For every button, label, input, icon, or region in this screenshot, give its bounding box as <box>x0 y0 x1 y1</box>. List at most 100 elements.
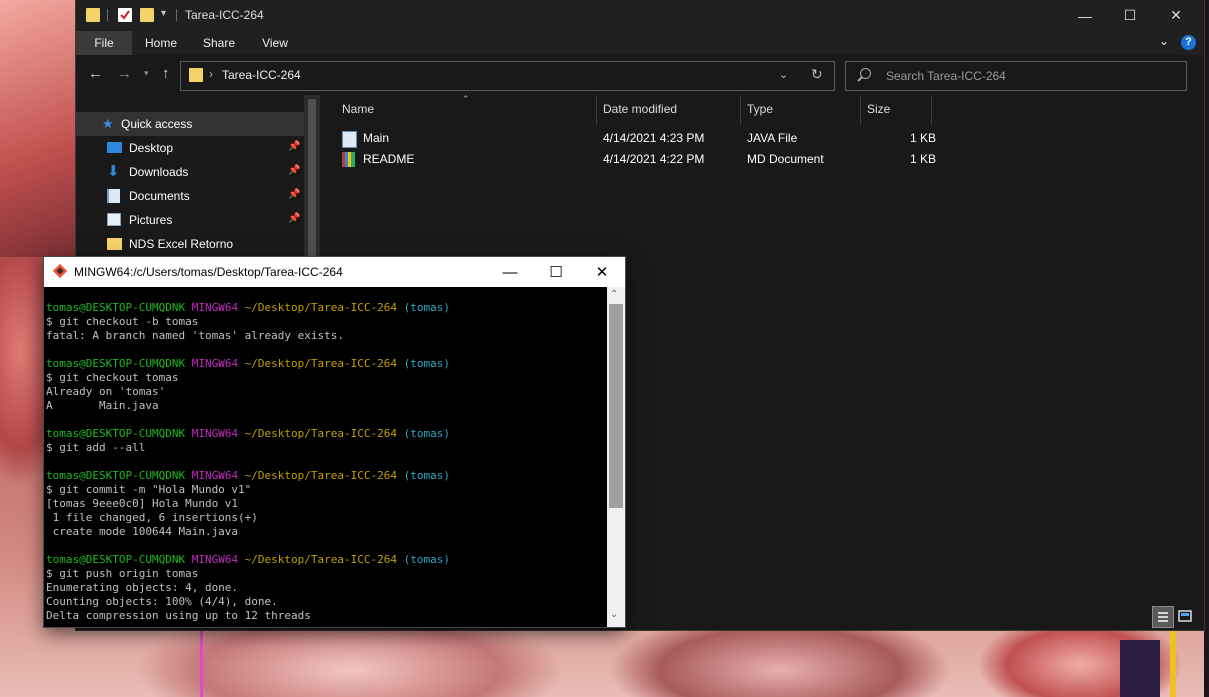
sidebar-item-desktop[interactable]: Desktop 📌 <box>76 136 304 160</box>
column-header-type[interactable]: Type <box>741 95 859 125</box>
pin-icon[interactable]: 📌 <box>288 141 300 152</box>
details-view-icon[interactable] <box>1152 606 1174 628</box>
sidebar-item-label: Desktop <box>129 141 174 155</box>
explorer-title-bar[interactable]: ▾ Tarea-ICC-264 — ☐ ✕ <box>76 0 1204 31</box>
maximize-button[interactable]: ☐ <box>1107 0 1153 31</box>
prompt-line: tomas@DESKTOP-CUMQDNK MINGW64 ~/Desktop/… <box>46 469 606 483</box>
search-input[interactable]: Search Tarea-ICC-264 <box>886 69 1006 83</box>
toolbar-divider <box>107 9 108 21</box>
address-segment[interactable]: Tarea-ICC-264 <box>222 68 301 82</box>
file-type: JAVA File <box>747 131 798 145</box>
file-row[interactable]: README 4/14/2021 4:22 PM MD Document 1 K… <box>338 149 938 170</box>
output-line: 1 file changed, 6 insertions(+) <box>46 511 258 524</box>
scrollbar-thumb[interactable] <box>609 304 623 508</box>
search-box[interactable]: Search Tarea-ICC-264 <box>845 61 1187 91</box>
prompt-branch: (tomas) <box>403 469 450 482</box>
refresh-icon[interactable]: ↻ <box>811 66 823 83</box>
prompt-branch: (tomas) <box>403 301 450 314</box>
column-header-size[interactable]: Size <box>861 95 931 125</box>
command-line: $ git add --all <box>46 441 146 454</box>
output-line: Already on 'tomas' <box>46 385 166 398</box>
prompt-path: ~/Desktop/Tarea-ICC-264 <box>244 553 398 566</box>
new-folder-icon[interactable] <box>140 8 154 22</box>
address-dropdown-icon[interactable]: ⌄ <box>779 68 788 81</box>
up-arrow-icon[interactable]: ↑ <box>162 65 170 82</box>
customize-toolbar-icon[interactable]: ▾ <box>161 8 166 19</box>
tab-file[interactable]: File <box>76 31 132 55</box>
prompt-shell: MINGW64 <box>191 469 239 482</box>
output-line: Counting objects: 100% (4/4), done. <box>46 595 278 608</box>
scroll-down-icon[interactable]: ⌄ <box>610 609 618 620</box>
column-header-name[interactable]: Name <box>336 95 594 125</box>
command-line: $ git push origin tomas <box>46 567 199 580</box>
sidebar-item-quick-access[interactable]: ★ Quick access <box>76 112 304 136</box>
prompt-line: tomas@DESKTOP-CUMQDNK MINGW64 ~/Desktop/… <box>46 301 606 315</box>
prompt-user: tomas@DESKTOP-CUMQDNK <box>46 427 186 440</box>
ribbon-tabs: File Home Share View ⌄ ? <box>76 31 1204 55</box>
address-bar[interactable]: › Tarea-ICC-264 ⌄ ↻ <box>180 61 835 91</box>
chevron-down-icon[interactable]: ⌄ <box>1159 34 1169 48</box>
prompt-branch: (tomas) <box>403 553 450 566</box>
maximize-button[interactable]: ☐ <box>533 257 579 287</box>
scroll-up-icon[interactable]: ⌃ <box>610 289 618 300</box>
tab-view[interactable]: View <box>250 31 300 55</box>
sidebar-item-label: Quick access <box>121 117 193 131</box>
pin-icon[interactable]: 📌 <box>288 213 300 224</box>
sidebar-item-pictures[interactable]: Pictures 📌 <box>76 208 304 232</box>
output-line: Delta compression using up to 12 threads <box>46 609 311 622</box>
output-line: create mode 100644 Main.java <box>46 525 239 538</box>
terminal-output[interactable]: tomas@DESKTOP-CUMQDNK MINGW64 ~/Desktop/… <box>46 301 606 626</box>
column-divider[interactable] <box>931 95 932 125</box>
nav-pane-scrollbar[interactable] <box>304 95 320 265</box>
back-arrow-icon[interactable]: ← <box>88 65 103 82</box>
file-row[interactable]: Main 4/14/2021 4:23 PM JAVA File 1 KB <box>338 128 938 149</box>
sidebar-item-nds-excel-retorno[interactable]: NDS Excel Retorno <box>76 232 304 256</box>
close-button[interactable]: ✕ <box>1153 0 1199 31</box>
prompt-line: tomas@DESKTOP-CUMQDNK MINGW64 ~/Desktop/… <box>46 553 606 567</box>
star-icon: ★ <box>102 116 114 131</box>
file-size: 1 KB <box>910 152 937 166</box>
large-icons-view-icon[interactable] <box>1175 606 1195 626</box>
terminal-title-bar[interactable]: MINGW64:/c/Users/tomas/Desktop/Tarea-ICC… <box>44 257 625 287</box>
forward-arrow-icon[interactable]: → <box>117 65 132 82</box>
pin-icon[interactable]: 📌 <box>288 165 300 176</box>
tab-home[interactable]: Home <box>136 31 186 55</box>
recent-locations-icon[interactable]: ▾ <box>144 68 149 79</box>
git-bash-icon <box>53 264 67 278</box>
minimize-button[interactable]: — <box>1062 0 1108 31</box>
window-title: Tarea-ICC-264 <box>185 8 264 22</box>
folder-icon <box>107 238 122 250</box>
terminal-scrollbar[interactable]: ⌃ ⌄ <box>607 287 625 627</box>
chevron-right-icon[interactable]: › <box>209 67 213 81</box>
properties-icon[interactable] <box>118 8 132 22</box>
output-line: A Main.java <box>46 399 159 412</box>
prompt-shell: MINGW64 <box>191 301 239 314</box>
search-icon <box>860 68 871 79</box>
sidebar-item-documents[interactable]: Documents 📌 <box>76 184 304 208</box>
file-size: 1 KB <box>910 131 937 145</box>
prompt-branch: (tomas) <box>403 357 450 370</box>
command-line: $ git checkout tomas <box>46 371 179 384</box>
tab-share[interactable]: Share <box>194 31 244 55</box>
wallpaper-streak <box>200 630 203 697</box>
pin-icon[interactable]: 📌 <box>288 189 300 200</box>
prompt-path: ~/Desktop/Tarea-ICC-264 <box>244 357 398 370</box>
close-button[interactable]: ✕ <box>579 257 625 287</box>
column-header-date-modified[interactable]: Date modified <box>597 95 739 125</box>
sidebar-item-label: Documents <box>129 189 190 203</box>
wallpaper-streak <box>1170 630 1176 697</box>
sidebar-item-downloads[interactable]: ⬇ Downloads 📌 <box>76 160 304 184</box>
folder-icon <box>189 68 203 82</box>
folder-icon <box>86 8 100 22</box>
help-icon[interactable]: ? <box>1181 35 1196 50</box>
sidebar-item-label: Downloads <box>129 165 189 179</box>
minimize-button[interactable]: — <box>487 257 533 287</box>
file-date: 4/14/2021 4:23 PM <box>603 131 705 145</box>
prompt-shell: MINGW64 <box>191 357 239 370</box>
output-line: [tomas 9eee0c0] Hola Mundo v1 <box>46 497 239 510</box>
scrollbar-thumb[interactable] <box>308 99 316 259</box>
prompt-user: tomas@DESKTOP-CUMQDNK <box>46 357 186 370</box>
